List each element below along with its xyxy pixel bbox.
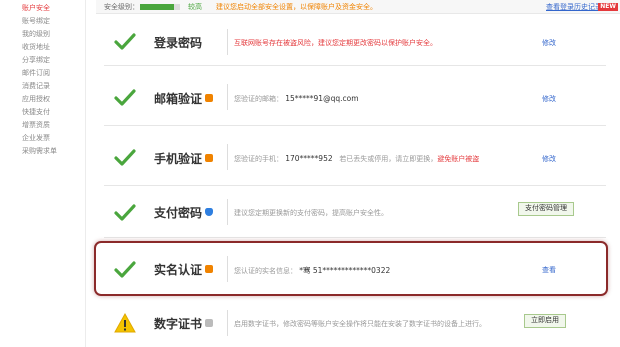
sidebar-item-account-security[interactable]: 账户安全 (0, 2, 85, 15)
email-verification-row: 邮箱验证 您验证的邮箱： 15*****91@qq.com 修改 (104, 66, 606, 126)
row-description: 您验证的邮箱： 15*****91@qq.com (234, 94, 359, 103)
security-level-bar: 安全级别： 较高 建议您启动全部安全设置，以保障账户及资金安全。 查看登录历史记… (96, 0, 620, 14)
row-description: 您验证的手机： 170*****952 若已丢失或停用，请立即更换，避免账户被盗 (234, 154, 480, 163)
row-description: 互联网账号存在被盗风险，建议您定期更改密码以保护账户安全。 (234, 39, 437, 47)
warning-icon (114, 313, 136, 333)
sidebar-item-shipping-address[interactable]: 收货地址 (0, 41, 85, 54)
sidebar-item-quick-pay[interactable]: 快捷支付 (0, 106, 85, 119)
phone-warning: 避免账户被盗 (437, 155, 480, 163)
row-title: 手机验证 (154, 150, 214, 167)
check-icon (114, 204, 136, 221)
modify-password-link[interactable]: 修改 (542, 38, 556, 48)
payment-password-row: 支付密码 建议您定期更换新的支付密码，提高账户安全性。 支付密码管理 (104, 186, 606, 238)
email-value: 15*****91@qq.com (285, 94, 359, 103)
security-hint: 建议您启动全部安全设置，以保障账户及资金安全。 (216, 3, 377, 11)
sidebar-item-share-binding[interactable]: 分享绑定 (0, 54, 85, 67)
account-security-page: 账户安全 账号绑定 我的级别 收货地址 分享绑定 邮件订阅 消费记录 应用授权 … (0, 0, 620, 347)
row-title: 登录密码 (154, 36, 203, 50)
modify-email-link[interactable]: 修改 (542, 94, 556, 104)
lock-icon (205, 154, 214, 162)
row-title: 数字证书 (154, 315, 214, 332)
shield-icon (205, 208, 214, 216)
sidebar-item-company-invoice[interactable]: 企业发票 (0, 132, 85, 145)
highlight-frame (94, 241, 608, 296)
security-level-meter-fill (140, 4, 174, 10)
login-history-link[interactable]: 查看登录历史记录 (546, 0, 602, 14)
row-title: 支付密码 (154, 204, 214, 221)
lock-icon (205, 94, 214, 102)
sidebar-item-purchase-records[interactable]: 消费记录 (0, 80, 85, 93)
digital-cert-row: 数字证书 启用数字证书，修改密码等账户安全操作将只能在安装了数字证书的设备上进行… (104, 300, 606, 347)
sidebar-item-purchase-requests[interactable]: 采购需求单 (0, 145, 85, 158)
row-title: 邮箱验证 (154, 90, 214, 107)
new-badge: NEW (598, 3, 618, 11)
row-description: 建议您定期更换新的支付密码，提高账户安全性。 (234, 209, 388, 217)
phone-value: 170*****952 (285, 154, 333, 163)
check-icon (114, 89, 136, 106)
security-level-label: 安全级别： (104, 3, 139, 11)
login-password-row: 登录密码 互联网账号存在被盗风险，建议您定期更改密码以保护账户安全。 修改 (104, 16, 606, 66)
certificate-icon (205, 319, 214, 327)
payment-password-manage-button[interactable]: 支付密码管理 (518, 202, 574, 216)
modify-phone-link[interactable]: 修改 (542, 154, 556, 164)
security-level-meter (140, 4, 180, 10)
sidebar-item-app-authorization[interactable]: 应用授权 (0, 93, 85, 106)
check-icon (114, 149, 136, 166)
sidebar-item-vat-invoice[interactable]: 增票资质 (0, 119, 85, 132)
sidebar: 账户安全 账号绑定 我的级别 收货地址 分享绑定 邮件订阅 消费记录 应用授权 … (0, 0, 86, 347)
sidebar-item-account-binding[interactable]: 账号绑定 (0, 15, 85, 28)
sidebar-item-my-level[interactable]: 我的级别 (0, 28, 85, 41)
check-icon (114, 33, 136, 50)
enable-certificate-button[interactable]: 立即启用 (524, 314, 566, 328)
phone-verification-row: 手机验证 您验证的手机： 170*****952 若已丢失或停用，请立即更换，避… (104, 126, 606, 186)
sidebar-item-email-subscription[interactable]: 邮件订阅 (0, 67, 85, 80)
row-description: 启用数字证书，修改密码等账户安全操作将只能在安装了数字证书的设备上进行。 (234, 320, 486, 328)
security-level-text: 较高 (188, 3, 202, 11)
